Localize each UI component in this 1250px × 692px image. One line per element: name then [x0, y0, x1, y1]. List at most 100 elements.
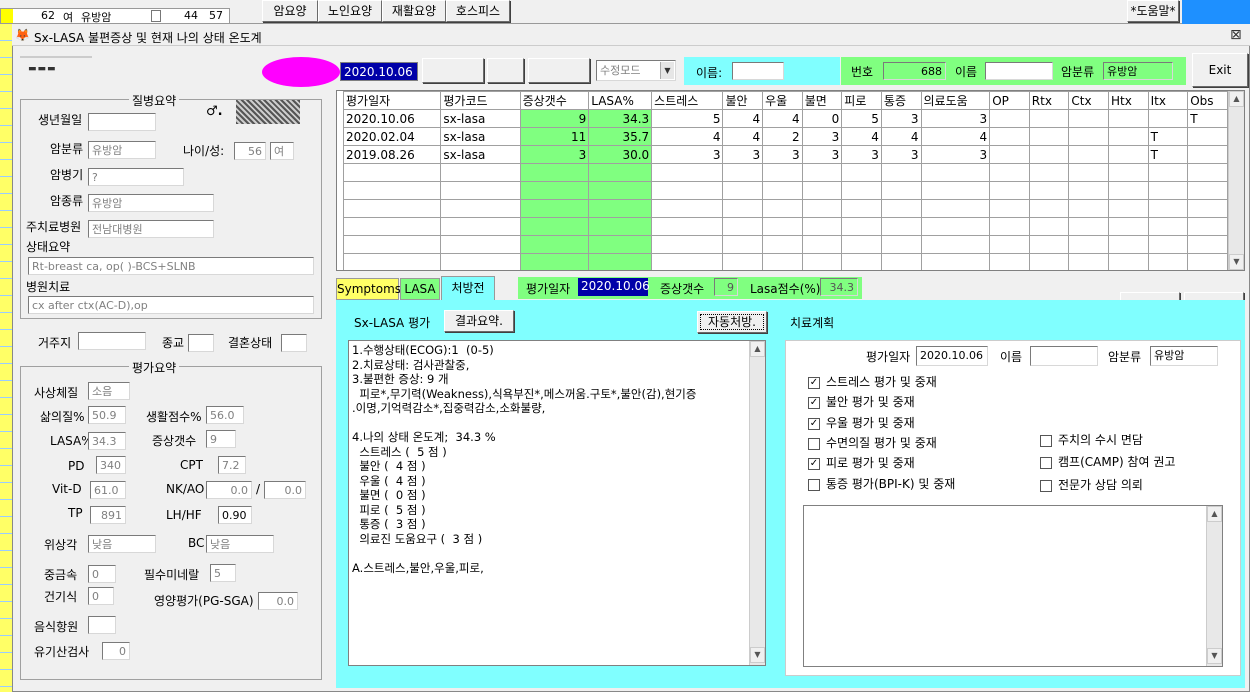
table-cell[interactable]: [440, 253, 521, 270]
nutri-input[interactable]: 0.0: [258, 592, 298, 610]
table-cell[interactable]: [722, 199, 764, 218]
table-cell[interactable]: [989, 163, 1030, 182]
table-cell[interactable]: T: [1147, 145, 1189, 164]
table-cell[interactable]: [519, 181, 590, 200]
table-cell[interactable]: [1068, 127, 1110, 146]
table-cell[interactable]: [1108, 109, 1149, 128]
table-cell[interactable]: [1028, 181, 1070, 200]
table-cell[interactable]: [342, 199, 442, 218]
table-header-cell[interactable]: 불면: [801, 91, 843, 110]
table-cell[interactable]: 3: [880, 145, 922, 164]
auto-prescribe-button[interactable]: 자동처방.: [697, 311, 767, 333]
table-cell[interactable]: 3: [762, 145, 803, 164]
table-cell[interactable]: [762, 235, 803, 254]
checkbox[interactable]: ✓: [808, 376, 820, 389]
table-cell[interactable]: [1187, 181, 1228, 200]
table-cell[interactable]: [989, 253, 1030, 270]
table-cell[interactable]: [841, 199, 882, 218]
table-cell[interactable]: 4: [920, 127, 991, 146]
table-cell[interactable]: [762, 253, 803, 270]
table-cell[interactable]: [519, 163, 590, 182]
table-cell[interactable]: [920, 199, 991, 218]
table-cell[interactable]: 3: [801, 145, 843, 164]
table-cell[interactable]: 3: [801, 127, 843, 146]
ao-input[interactable]: 0.0: [264, 481, 306, 499]
table-cell[interactable]: [1068, 181, 1110, 200]
table-cell[interactable]: [762, 163, 803, 182]
table-header-cell[interactable]: Obs: [1187, 91, 1228, 110]
table-cell[interactable]: [519, 253, 590, 270]
checkbox[interactable]: ✓: [808, 417, 820, 430]
magenta-ellipse[interactable]: [262, 57, 340, 87]
table-cell[interactable]: 3: [519, 145, 590, 164]
plan-cancer-input[interactable]: 유방암: [1150, 346, 1218, 366]
cancer-input[interactable]: 유방암: [1103, 62, 1173, 80]
table-cell[interactable]: 5: [651, 109, 724, 128]
table-cell[interactable]: [1068, 163, 1110, 182]
residence-input[interactable]: [78, 332, 146, 350]
table-cell[interactable]: [1028, 253, 1070, 270]
table-header-cell[interactable]: Rtx: [1028, 91, 1070, 110]
table-cell[interactable]: [989, 109, 1030, 128]
table-cell[interactable]: [1028, 145, 1070, 164]
table-cell[interactable]: [880, 181, 922, 200]
table-cell[interactable]: [762, 217, 803, 236]
table-cell[interactable]: [841, 253, 882, 270]
table-cell[interactable]: 2020.02.04: [342, 127, 442, 146]
table-cell[interactable]: [1068, 109, 1110, 128]
table-cell[interactable]: 9: [519, 109, 590, 128]
chevron-down-icon[interactable]: ▼: [660, 62, 674, 79]
table-cell[interactable]: [1147, 199, 1189, 218]
table-cell[interactable]: [1028, 235, 1070, 254]
table-cell[interactable]: [1068, 217, 1110, 236]
table-cell[interactable]: [920, 181, 991, 200]
table-cell[interactable]: [1068, 199, 1110, 218]
tab-hospice[interactable]: 호스피스: [446, 0, 510, 22]
table-header-cell[interactable]: Htx: [1108, 91, 1149, 110]
table-cell[interactable]: [651, 235, 724, 254]
sex-input[interactable]: 여: [270, 142, 294, 160]
table-cell[interactable]: [519, 199, 590, 218]
table-cell[interactable]: [1187, 145, 1228, 164]
table-cell[interactable]: [801, 217, 843, 236]
table-cell[interactable]: [342, 253, 442, 270]
table-cell[interactable]: 4: [762, 109, 803, 128]
pd-input[interactable]: 340: [96, 456, 126, 474]
plan-check-item[interactable]: ✓ 스트레스 평가 및 중재: [808, 373, 937, 390]
table-cell[interactable]: [1028, 109, 1070, 128]
table-cell[interactable]: 3: [920, 109, 991, 128]
scroll-up-icon[interactable]: ▲: [1207, 506, 1222, 522]
plan-check-item[interactable]: 캠프(CAMP) 참여 권고: [1040, 453, 1175, 470]
history-table[interactable]: 평가일자 평가코드 증상갯수 LASA% 스트레스 불안 우울 불면 피로 통증 의료도움 OP Rtx…: [342, 91, 1228, 270]
table-cell[interactable]: sx-lasa: [440, 109, 521, 128]
table-row[interactable]: [342, 253, 1228, 270]
table-cell[interactable]: T: [1147, 127, 1189, 146]
constitution-input[interactable]: 소음: [88, 382, 130, 400]
table-row[interactable]: [342, 217, 1228, 236]
table-row[interactable]: 2019.08.26 sx-lasa 3 30.0 3 3 3 3 3 3 3 T: [342, 145, 1228, 164]
summary-lasa-value[interactable]: 34.3: [820, 278, 858, 296]
tp-input[interactable]: 891: [90, 506, 126, 524]
table-cell[interactable]: [1028, 199, 1070, 218]
plan-date-input[interactable]: 2020.10.06: [916, 346, 988, 366]
table-cell[interactable]: [880, 199, 922, 218]
table-cell[interactable]: [440, 235, 521, 254]
table-cell[interactable]: [1187, 163, 1228, 182]
scroll-down-icon[interactable]: ▼: [1207, 648, 1222, 664]
result-summary-button[interactable]: 결과요약.: [444, 310, 514, 332]
exit-button[interactable]: Exit: [1192, 53, 1248, 87]
sym-input[interactable]: 9: [206, 430, 236, 448]
table-cell[interactable]: [440, 217, 521, 236]
table-cell[interactable]: [651, 181, 724, 200]
table-cell[interactable]: [1028, 163, 1070, 182]
table-cell[interactable]: sx-lasa: [440, 145, 521, 164]
plan-name-input[interactable]: [1030, 346, 1098, 366]
table-cell[interactable]: 34.3: [588, 109, 653, 128]
table-cell[interactable]: [722, 253, 764, 270]
tab-symptoms[interactable]: Symptoms: [336, 278, 401, 300]
table-cell[interactable]: [342, 163, 442, 182]
table-cell[interactable]: [722, 217, 764, 236]
table-header-cell[interactable]: 증상갯수: [519, 91, 590, 110]
phase-input[interactable]: 낮음: [88, 535, 156, 553]
checkbox[interactable]: [1040, 456, 1052, 469]
